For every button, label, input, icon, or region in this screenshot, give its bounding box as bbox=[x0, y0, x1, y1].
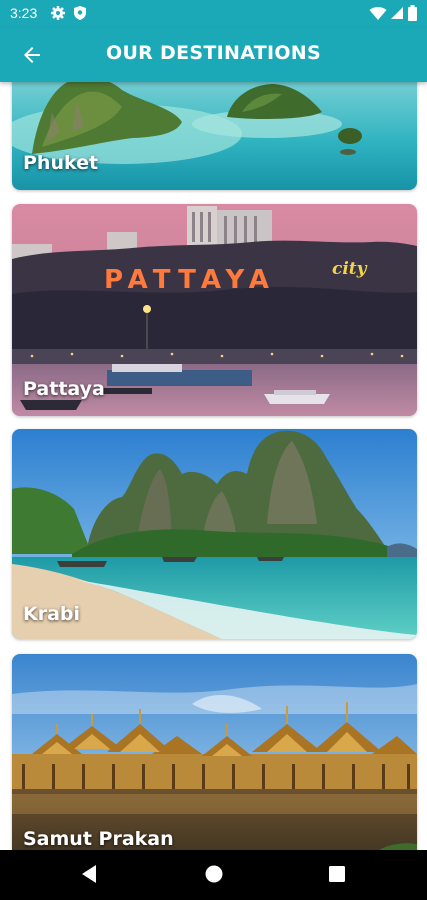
system-nav-bar bbox=[0, 850, 427, 900]
gear-icon bbox=[51, 6, 65, 20]
status-time: 3:23 bbox=[10, 5, 38, 21]
destination-card-pattaya[interactable]: PATTAYA city Pattaya bbox=[12, 204, 417, 416]
wifi-icon bbox=[369, 7, 387, 20]
app-bar: OUR DESTINATIONS bbox=[0, 28, 427, 82]
page-title: OUR DESTINATIONS bbox=[106, 42, 321, 64]
samut-prakan-image bbox=[12, 654, 417, 850]
shield-icon bbox=[74, 6, 86, 20]
destination-name: Pattaya bbox=[23, 378, 105, 400]
back-triangle-icon[interactable] bbox=[80, 863, 98, 885]
destination-card-phuket[interactable]: Phuket bbox=[12, 82, 417, 190]
destination-list[interactable]: Phuket PATTAYA city Pattaya Krabi Samut … bbox=[0, 82, 427, 850]
destination-card-samut-prakan[interactable]: Samut Prakan bbox=[12, 654, 417, 850]
destination-name: Samut Prakan bbox=[23, 828, 174, 850]
battery-icon bbox=[408, 5, 417, 21]
destination-name: Krabi bbox=[23, 603, 81, 625]
destination-name: Phuket bbox=[23, 152, 99, 174]
destination-card-krabi[interactable]: Krabi bbox=[12, 429, 417, 639]
recents-square-icon[interactable] bbox=[328, 865, 346, 883]
signal-icon bbox=[391, 7, 403, 19]
pattaya-sign-suffix: city bbox=[332, 259, 368, 279]
pattaya-sign: PATTAYA bbox=[104, 265, 276, 295]
status-bar: 3:23 bbox=[0, 0, 427, 28]
home-circle-icon[interactable] bbox=[204, 863, 224, 885]
